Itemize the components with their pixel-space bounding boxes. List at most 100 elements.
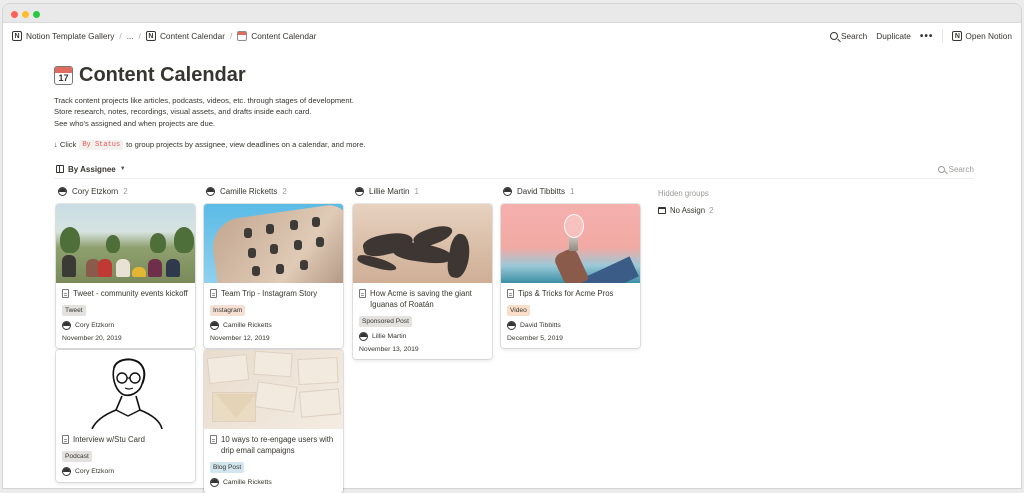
column-count: 2 [123,186,128,196]
board-column-lillie-martin: Lillie Martin 1 How Acme is saving the g… [353,184,492,359]
card-date: December 5, 2019 [507,335,563,342]
card-title-text: Tweet - community events kickoff [73,289,188,298]
more-options-icon[interactable]: ••• [920,31,934,42]
column-count: 1 [414,186,419,196]
card-title: Tweet - community events kickoff [62,288,189,299]
board-card[interactable]: 10 ways to re-engage users with drip ema… [204,350,343,493]
hint-line: ↓ Click By Status to group projects by a… [54,139,1024,150]
open-notion-button[interactable]: N Open Notion [952,31,1012,41]
column-header[interactable]: Lillie Martin 1 [353,184,492,198]
card-assignee: Camille Ricketts [210,478,337,487]
board-card[interactable]: Team Trip - Instagram Story Instagram Ca… [204,204,343,348]
board-icon [56,165,64,173]
calendar-icon [237,31,248,41]
search-button[interactable]: Search [830,31,867,41]
assignee-name: Cory Etzkorn [75,468,115,475]
type-tag: Sponsored Post [359,316,412,327]
page-icon [62,435,69,444]
minimize-window-button[interactable] [22,11,29,18]
search-button-label: Search [841,31,868,41]
column-header[interactable]: David Tibbitts 1 [501,184,640,198]
breadcrumb-gallery[interactable]: N Notion Template Gallery [12,31,114,41]
page-icon [210,289,217,298]
card-title-text: 10 ways to re-engage users with drip ema… [221,435,334,455]
card-title-text: Team Trip - Instagram Story [221,289,318,298]
card-assignee: David Tibbitts [507,321,634,330]
avatar [210,321,219,330]
inbox-icon [658,207,666,214]
title-bar [3,4,1021,23]
divider [54,178,974,179]
card-title: Team Trip - Instagram Story [210,288,337,299]
card-title-text: How Acme is saving the giant Iguanas of … [370,289,472,309]
page-content: 17 Content Calendar Track content projec… [54,60,1024,150]
assignee-name: Lillie Martin [372,333,407,340]
board-card[interactable]: Tweet - community events kickoff Tweet C… [56,204,195,348]
page-icon [359,289,366,298]
card-cover-image [501,204,640,283]
calendar-icon[interactable]: 17 [54,65,73,85]
close-window-button[interactable] [11,11,18,18]
top-actions: Search Duplicate ••• N Open Notion [830,29,1012,43]
page-title-text[interactable]: Content Calendar [79,64,246,87]
top-bar: N Notion Template Gallery / ... / N Cont… [3,23,1021,49]
board-card[interactable]: How Acme is saving the giant Iguanas of … [353,204,492,359]
avatar [210,478,219,487]
card-assignee: Camille Ricketts [210,321,337,330]
page-description: Track content projects like articles, po… [54,95,1024,129]
assignee-name: Camille Ricketts [223,479,272,486]
card-title: Interview w/Stu Card [62,434,189,445]
notion-icon: N [952,31,963,41]
card-title: How Acme is saving the giant Iguanas of … [359,288,486,310]
column-header[interactable]: Cory Etzkorn 2 [56,184,195,198]
hidden-group-no-assign[interactable]: No Assign 2 [658,206,713,215]
page-icon [507,289,514,298]
board-card[interactable]: Interview w/Stu Card Podcast Cory Etzkor… [56,350,195,482]
breadcrumb-gallery-label: Notion Template Gallery [26,31,115,41]
column-header[interactable]: Camille Ricketts 2 [204,184,343,198]
card-cover-image [56,204,195,283]
column-count: 2 [282,186,287,196]
view-search-label: Search [948,164,974,174]
type-tag: Instagram [210,305,246,316]
sketch-portrait [91,358,163,429]
type-tag: Blog Post [210,462,245,473]
column-name: David Tibbitts [517,186,566,196]
card-cover-image [353,204,492,283]
breadcrumb-parent[interactable]: N Content Calendar [145,31,225,41]
notion-icon: N [12,31,22,41]
notion-icon: N [145,31,156,41]
column-name: Camille Ricketts [220,186,278,196]
card-title-text: Interview w/Stu Card [73,435,145,444]
duplicate-button[interactable]: Duplicate [876,31,911,41]
assignee-name: Camille Ricketts [223,322,272,329]
column-count: 1 [570,186,575,196]
maximize-window-button[interactable] [33,11,40,18]
breadcrumb-separator: / [229,31,233,41]
view-name: By Assignee [68,164,116,174]
page-icon [62,289,69,298]
card-cover-image [56,350,195,429]
card-date: November 13, 2019 [359,346,419,353]
view-bar: By Assignee ▼ Search [56,162,974,176]
card-date: November 12, 2019 [210,335,270,342]
avatar [503,186,512,196]
description-line: Store research, notes, recordings, visua… [54,107,312,117]
card-title-text: Tips & Tricks for Acme Pros [518,289,614,298]
type-tag: Video [507,305,530,316]
inline-code: By Status [79,139,124,150]
view-selector[interactable]: By Assignee ▼ [56,165,126,174]
card-date: November 20, 2019 [62,335,122,342]
breadcrumb-ellipsis[interactable]: ... [127,31,134,41]
view-search-button[interactable]: Search [937,164,974,174]
avatar [355,186,364,196]
search-icon [830,32,838,40]
avatar [62,321,71,330]
breadcrumb-current-label: Content Calendar [251,31,317,41]
card-cover-image [204,350,343,429]
no-assign-count: 2 [709,206,714,215]
board-card[interactable]: Tips & Tricks for Acme Pros Video David … [501,204,640,348]
breadcrumb-current[interactable]: Content Calendar [237,31,316,41]
chevron-down-icon: ▼ [119,166,126,172]
page-title: 17 Content Calendar [54,60,1024,90]
